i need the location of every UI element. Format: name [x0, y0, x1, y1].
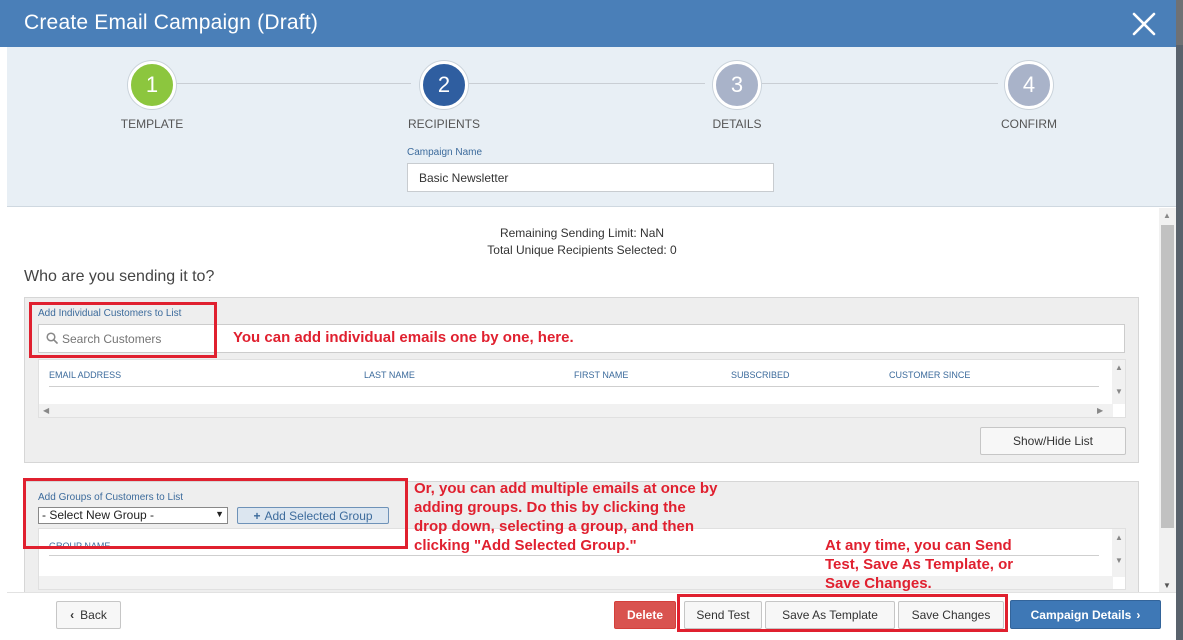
- campaign-modal: Create Email Campaign (Draft) 1 TEMPLATE…: [0, 0, 1176, 640]
- column-header[interactable]: CUSTOMER SINCE: [889, 370, 970, 380]
- step-label: DETAILS: [712, 117, 762, 131]
- step-label: CONFIRM: [1001, 117, 1057, 131]
- close-icon[interactable]: [1129, 9, 1159, 39]
- step-confirm[interactable]: 4 CONFIRM: [969, 61, 1089, 131]
- table-vertical-scrollbar[interactable]: ▲ ▼: [1112, 529, 1125, 577]
- step-number: 2: [420, 61, 468, 109]
- scroll-left-arrow-icon[interactable]: ◀: [43, 406, 49, 415]
- column-header[interactable]: FIRST NAME: [574, 370, 628, 380]
- back-label: Back: [80, 608, 107, 622]
- header-divider: [49, 386, 1099, 387]
- step-connector: [762, 83, 998, 84]
- campaign-name-label: Campaign Name: [407, 147, 483, 158]
- scroll-up-arrow-icon[interactable]: ▲: [1115, 363, 1123, 372]
- backdrop-right: [1175, 45, 1183, 640]
- step-number: 4: [1005, 61, 1053, 109]
- step-connector: [177, 83, 411, 84]
- annotation-line: Or, you can add multiple emails at once …: [414, 480, 718, 497]
- annotation-line: At any time, you can Send: [825, 537, 1012, 554]
- step-label: TEMPLATE: [120, 117, 184, 131]
- annotation-footer-note: At any time, you can Send Test, Save As …: [825, 536, 1013, 593]
- table-horizontal-scrollbar[interactable]: ◀ ▶: [39, 404, 1113, 417]
- table-vertical-scrollbar[interactable]: ▲ ▼: [1112, 360, 1125, 404]
- chevron-left-icon: ‹: [70, 608, 75, 622]
- campaign-details-button[interactable]: Campaign Details ›: [1010, 600, 1161, 629]
- annotation-line: drop down, selecting a group, and then: [414, 518, 695, 535]
- modal-title: Create Email Campaign (Draft): [24, 11, 319, 34]
- annotation-group-note: Or, you can add multiple emails at once …: [414, 479, 717, 555]
- step-number: 3: [713, 61, 761, 109]
- chevron-right-icon: ›: [1136, 607, 1141, 622]
- scroll-down-arrow-icon[interactable]: ▼: [1115, 556, 1123, 565]
- body-scrollbar[interactable]: ▲ ▼: [1159, 208, 1176, 592]
- show-hide-list-button[interactable]: Show/Hide List: [980, 427, 1126, 455]
- annotation-line: clicking "Add Selected Group.": [414, 537, 637, 554]
- annotation-line: Save Changes.: [825, 575, 932, 592]
- scroll-down-arrow-icon[interactable]: ▼: [1115, 387, 1123, 396]
- step-template[interactable]: 1 TEMPLATE: [92, 61, 212, 131]
- column-header[interactable]: SUBSCRIBED: [731, 370, 790, 380]
- annotation-line: Test, Save As Template, or: [825, 556, 1014, 573]
- annotation-individual-note: You can add individual emails one by one…: [233, 329, 574, 346]
- modal-header: Create Email Campaign (Draft): [0, 0, 1176, 47]
- step-recipients[interactable]: 2 RECIPIENTS: [384, 61, 504, 131]
- column-header[interactable]: LAST NAME: [364, 370, 415, 380]
- step-details[interactable]: 3 DETAILS: [677, 61, 797, 131]
- wizard-steps: 1 TEMPLATE 2 RECIPIENTS 3 DETAILS 4 CONF…: [7, 47, 1176, 207]
- annotation-line: adding groups. Do this by clicking the: [414, 499, 686, 516]
- total-recipients-text: Total Unique Recipients Selected: 0: [487, 243, 677, 257]
- scroll-up-arrow-icon[interactable]: ▲: [1163, 211, 1171, 220]
- customers-table: EMAIL ADDRESS LAST NAME FIRST NAME SUBSC…: [38, 359, 1126, 418]
- column-header[interactable]: EMAIL ADDRESS: [49, 370, 121, 380]
- annotation-box-individual: [29, 302, 217, 358]
- campaign-details-label: Campaign Details: [1030, 607, 1132, 622]
- scrollbar-thumb[interactable]: [1161, 225, 1174, 528]
- scroll-down-arrow-icon[interactable]: ▼: [1163, 581, 1171, 590]
- back-button[interactable]: ‹ Back: [56, 601, 121, 629]
- scroll-up-arrow-icon[interactable]: ▲: [1115, 533, 1123, 542]
- step-connector: [469, 83, 705, 84]
- section-heading: Who are you sending it to?: [24, 268, 215, 285]
- step-number: 1: [128, 61, 176, 109]
- delete-button[interactable]: Delete: [614, 601, 676, 629]
- annotation-box-groups: [23, 478, 408, 549]
- scroll-right-arrow-icon[interactable]: ▶: [1097, 406, 1103, 415]
- annotation-box-footer: [677, 594, 1008, 632]
- campaign-name-input[interactable]: [407, 163, 774, 192]
- step-label: RECIPIENTS: [407, 117, 480, 131]
- remaining-limit-text: Remaining Sending Limit: NaN: [499, 226, 665, 240]
